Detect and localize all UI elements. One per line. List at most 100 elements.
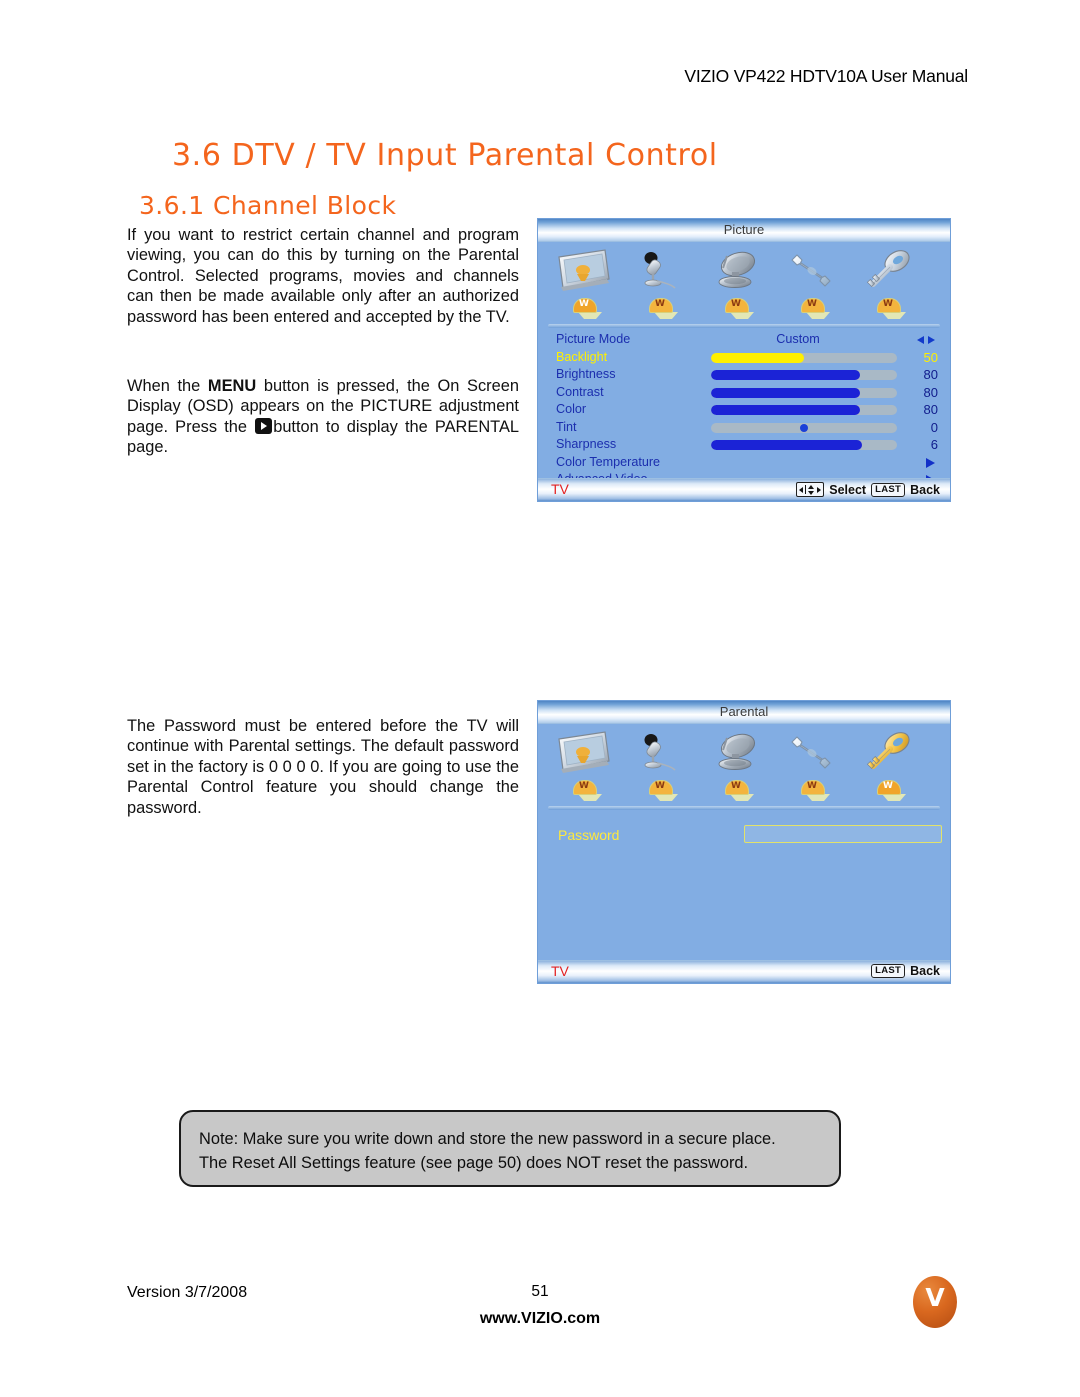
osd-parental-title: Parental [719,704,769,719]
vizio-tab-marker-icon: W [801,298,830,319]
vizio-tab-marker-icon: W [649,298,678,319]
osd-parental-back-label: Back [910,964,940,978]
osd-row-brightness[interactable]: Brightness 80 [538,366,950,384]
note-line-2: The Reset All Settings feature (see page… [199,1154,749,1172]
osd-parental-hints: LAST Back [871,964,940,978]
osd-tab-parental-tab[interactable]: W [850,730,926,801]
osd-tab-picture-tab[interactable]: W [546,248,622,319]
osd-row-color-temperature[interactable]: Color Temperature [538,454,950,472]
osd-parental-source-label: TV [551,963,569,979]
osd-row-label: Color [556,402,587,416]
paragraph-password: The Password must be entered before the … [127,717,519,817]
paragraph-intro: If you want to restrict certain channel … [127,226,519,326]
osd-row-number: 80 [923,384,938,400]
osd-picture-rows: Picture Mode Custom Backlight 50 Brightness 8… [538,328,950,489]
osd-row-sharpness[interactable]: Sharpness 6 [538,436,950,454]
osd-parental-footer: TV LAST Back [538,960,950,983]
wrench-icon [774,248,850,296]
microphone-icon [622,248,698,296]
monitor-icon [546,730,622,778]
key-icon [850,730,926,778]
vizio-tab-marker-icon: W [725,780,754,801]
osd-row-value: Custom [776,332,820,346]
last-key-icon: LAST [871,482,906,497]
osd-picture-footer: TV Select LAST Back [538,478,950,501]
paragraph-menu-part1: When the [127,377,208,395]
osd-parental-divider [548,806,940,810]
left-right-arrows-icon[interactable] [915,336,937,345]
osd-row-number: 6 [930,437,938,452]
running-header: VIZIO VP422 HDTV10A User Manual [684,66,968,86]
osd-tab-setup-tab[interactable]: W [774,730,850,801]
osd-row-label: Sharpness [556,437,617,451]
wrench-icon [774,730,850,778]
last-key-icon: LAST [871,964,906,978]
osd-picture-select-label: Select [829,482,867,497]
right-arrow-button-icon [255,417,273,434]
osd-slider[interactable] [711,440,897,450]
osd-slider-fill [711,440,862,450]
password-row: Password [538,824,950,850]
note-text: Note: Make sure you write down and store… [199,1127,825,1175]
osd-picture-panel: Picture W W W W W Picture Mode Custom Ba… [538,219,950,501]
osd-slider-fill [711,405,860,415]
osd-row-backlight[interactable]: Backlight 50 [538,349,950,367]
osd-row-number: 50 [923,349,938,365]
osd-picture-titlebar: Picture [538,219,950,242]
osd-picture-back-label: Back [910,482,940,497]
osd-row-color[interactable]: Color 80 [538,401,950,419]
vizio-tab-marker-icon: W [877,298,906,319]
vizio-tab-marker-icon: W [573,780,602,801]
osd-row-label: Contrast [556,384,604,399]
osd-row-number: 80 [923,402,938,417]
osd-parental-titlebar: Parental [538,701,950,724]
osd-row-label: Picture Mode [556,332,631,346]
osd-slider-fill [711,370,860,380]
osd-slider[interactable] [711,405,897,415]
microphone-icon [622,730,698,778]
vizio-tab-marker-icon: W [801,780,830,801]
osd-tab-tuner-tab[interactable]: W [698,730,774,801]
vizio-logo-letter: V [925,1283,945,1312]
vizio-tab-marker-icon: W [649,780,678,801]
page-title: 3.6 DTV / TV Input Parental Control [172,138,718,173]
osd-row-number: 0 [930,419,938,435]
osd-tab-audio-tab[interactable]: W [622,248,698,319]
monitor-icon [546,248,622,296]
osd-slider-fill [711,352,804,363]
password-input[interactable] [744,825,942,843]
key-icon [850,248,926,296]
osd-row-tint[interactable]: Tint 0 [538,419,950,437]
osd-picture-title: Picture [723,222,765,237]
osd-row-number: 80 [923,367,938,382]
osd-slider-knob[interactable] [800,423,808,432]
osd-row-label: Brightness [556,367,616,381]
right-arrow-icon[interactable] [926,457,935,468]
note-box: Note: Make sure you write down and store… [179,1110,841,1187]
subsection-title: 3.6.1 Channel Block [139,191,397,220]
osd-parental-panel: Parental W W W W W Password TV LAST Back [538,701,950,983]
vizio-tab-marker-icon: W [877,780,906,801]
satellite-dish-icon [698,248,774,296]
osd-tab-tuner-tab[interactable]: W [698,248,774,319]
osd-picture-source-label: TV [551,481,569,497]
osd-slider[interactable] [711,387,897,398]
osd-tab-parental-tab[interactable]: W [850,248,926,319]
osd-slider[interactable] [711,370,897,380]
osd-row-contrast[interactable]: Contrast 80 [538,384,950,402]
osd-tab-setup-tab[interactable]: W [774,248,850,319]
osd-slider[interactable] [711,352,897,363]
osd-row-picture-mode[interactable]: Picture Mode Custom [538,331,950,349]
osd-tab-audio-tab[interactable]: W [622,730,698,801]
osd-row-label: Tint [556,419,577,434]
password-label: Password [558,827,620,843]
osd-tab-picture-tab[interactable]: W [546,730,622,801]
vizio-tab-marker-icon: W [725,298,754,319]
dpad-key-icon [796,482,825,497]
vizio-tab-marker-icon: W [573,298,602,319]
vizio-logo-icon: V [913,1276,957,1328]
osd-parental-tabstrip: W W W W W [538,724,950,806]
menu-button-name: MENU [207,377,257,395]
osd-slider[interactable] [711,422,897,433]
note-line-1: Note: Make sure you write down and store… [199,1130,776,1148]
